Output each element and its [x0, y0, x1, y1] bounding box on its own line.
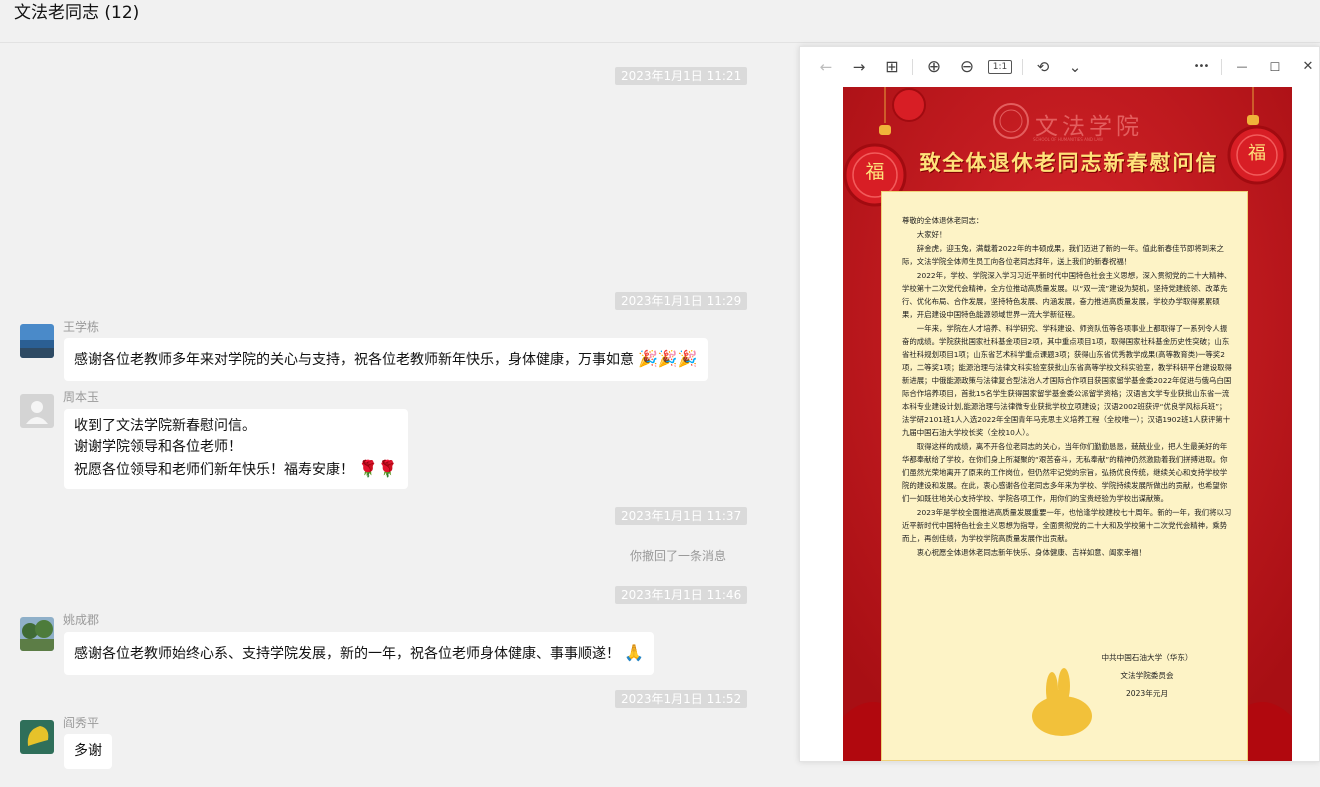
avatar[interactable] [20, 324, 54, 358]
party-popper-emoji: 🎉🎉🎉 [638, 349, 698, 368]
avatar-default-icon[interactable] [20, 394, 54, 428]
chat-header: 文法老同志 (12) [0, 0, 1320, 43]
message-bubble[interactable]: 感谢各位老教师多年来对学院的关心与支持，祝各位老教师新年快乐，身体健康，万事如意… [64, 338, 708, 381]
letter-paragraph: 衷心祝愿全体退休老同志新年快乐、身体健康、吉祥如意、阖家幸福！ [916, 548, 1146, 557]
zoom-in-icon[interactable]: ⊕ [924, 57, 944, 77]
timestamp: 2023年1月1日 11:37 [615, 507, 748, 525]
rotate-icon[interactable]: ⟲ [1033, 57, 1053, 77]
timestamp: 2023年1月1日 11:21 [615, 67, 748, 85]
chat-title: 文法老同志 (12) [14, 3, 140, 23]
maximize-icon[interactable]: ☐ [1265, 57, 1285, 77]
fu-character: 福 [865, 161, 885, 183]
chat-message-list[interactable]: 2023年1月1日 11:21 2023年1月1日 11:29 王学栋 感谢各位… [0, 44, 800, 787]
message-bubble[interactable]: 收到了文法学院新春慰问信。 谢谢学院领导和各位老师！ 祝愿各位领导和老师们新年快… [64, 409, 408, 489]
toolbar-divider [912, 59, 913, 75]
folded-hands-emoji: 🙏 [624, 643, 644, 662]
minimize-icon[interactable]: — [1232, 57, 1252, 77]
back-arrow-icon[interactable]: ← [816, 57, 836, 77]
avatar[interactable] [20, 617, 54, 651]
message-text-line: 谢谢学院领导和各位老师！ [74, 439, 242, 455]
avatar-ginkgo-image [20, 720, 54, 754]
avatar-trees-image [20, 617, 54, 651]
message-text-line: 祝愿各位领导和老师们新年快乐！福寿安康！ [74, 462, 354, 478]
toolbar-divider [1221, 59, 1222, 75]
letter-paragraph: 2023年是学校全面推进高质量发展重要一年，也恰逢学校建校七十周年。新的一年，我… [902, 508, 1232, 543]
recall-notice: 你撤回了一条消息 [630, 549, 727, 563]
sender-name: 姚成郡 [63, 613, 100, 627]
grid-view-icon[interactable]: ⊞ [882, 57, 902, 77]
letter-paragraph: 一年来，学院在人才培养、科学研究、学科建设、师资队伍等各项事业上都取得了一系列令… [902, 324, 1232, 437]
letter-paper: 尊敬的全体退休老同志： 大家好！ 辞金虎，迎玉兔，满载着2022年的丰硕成果，我… [881, 191, 1248, 761]
chevron-down-icon[interactable]: ⌄ [1065, 57, 1085, 77]
fu-character: 福 [1248, 143, 1266, 164]
sender-name: 王学栋 [63, 320, 100, 334]
message-bubble[interactable]: 多谢 [64, 734, 112, 769]
message-text: 感谢各位老教师多年来对学院的关心与支持，祝各位老教师新年快乐，身体健康，万事如意 [74, 352, 634, 368]
timestamp: 2023年1月1日 11:46 [615, 586, 748, 604]
forward-arrow-icon[interactable]: → [849, 57, 869, 77]
message-text: 感谢各位老教师始终心系、支持学院发展，新的一年，祝各位老师身体健康、事事顺遂！ [74, 646, 620, 662]
sender-name: 周本玉 [63, 390, 100, 404]
message-text: 多谢 [74, 743, 102, 759]
viewer-toolbar: ← → ⊞ ⊕ ⊖ 1:1 ⟲ ⌄ ••• — ☐ ✕ [800, 47, 1320, 87]
image-viewer-window[interactable]: ← → ⊞ ⊕ ⊖ 1:1 ⟲ ⌄ ••• — ☐ ✕ 福 福 文法学院 SCH… [799, 46, 1320, 762]
poster-headline: 致全体退休老同志新春慰问信 [919, 150, 1219, 175]
timestamp: 2023年1月1日 11:52 [615, 690, 748, 708]
timestamp: 2023年1月1日 11:29 [615, 292, 748, 310]
zoom-out-icon[interactable]: ⊖ [957, 57, 977, 77]
rose-emoji: 🌹🌹 [358, 459, 398, 478]
message-bubble[interactable]: 感谢各位老教师始终心系、支持学院发展，新的一年，祝各位老师身体健康、事事顺遂！ 🙏 [64, 632, 654, 675]
actual-size-icon[interactable]: 1:1 [988, 60, 1012, 74]
letter-paragraph: 2022年，学校、学院深入学习习近平新时代中国特色社会主义思想，深入贯彻党的二十… [902, 271, 1232, 319]
sender-name: 阎秀平 [63, 716, 100, 730]
avatar-landscape-image [20, 324, 54, 358]
avatar[interactable] [20, 720, 54, 754]
letter-greeting: 尊敬的全体退休老同志： [902, 216, 984, 225]
letter-paragraph: 取得这样的成绩，离不开各位老同志的关心，当年你们勤勤恳恳，兢兢业业，把人生最美好… [902, 442, 1228, 503]
letter-paragraph: 辞金虎，迎玉兔，满载着2022年的丰硕成果，我们迈进了新的一年。值此新春佳节即将… [902, 244, 1224, 266]
close-icon[interactable]: ✕ [1298, 57, 1318, 77]
new-year-letter-poster[interactable]: 福 福 文法学院 SCHOOL OF HUMANITIES AND LAW 致全… [843, 87, 1292, 761]
more-options-icon[interactable]: ••• [1189, 57, 1213, 77]
poster-school-subtitle: SCHOOL OF HUMANITIES AND LAW [1033, 137, 1103, 142]
letter-body: 尊敬的全体退休老同志： 大家好！ 辞金虎，迎玉兔，满载着2022年的丰硕成果，我… [902, 214, 1232, 560]
toolbar-divider [1022, 59, 1023, 75]
poster-school-name: 文法学院 [1035, 114, 1143, 140]
golden-rabbit-icon [1032, 668, 1092, 736]
message-text-line: 收到了文法学院新春慰问信。 [74, 418, 256, 434]
letter-hello: 大家好！ [916, 230, 947, 239]
